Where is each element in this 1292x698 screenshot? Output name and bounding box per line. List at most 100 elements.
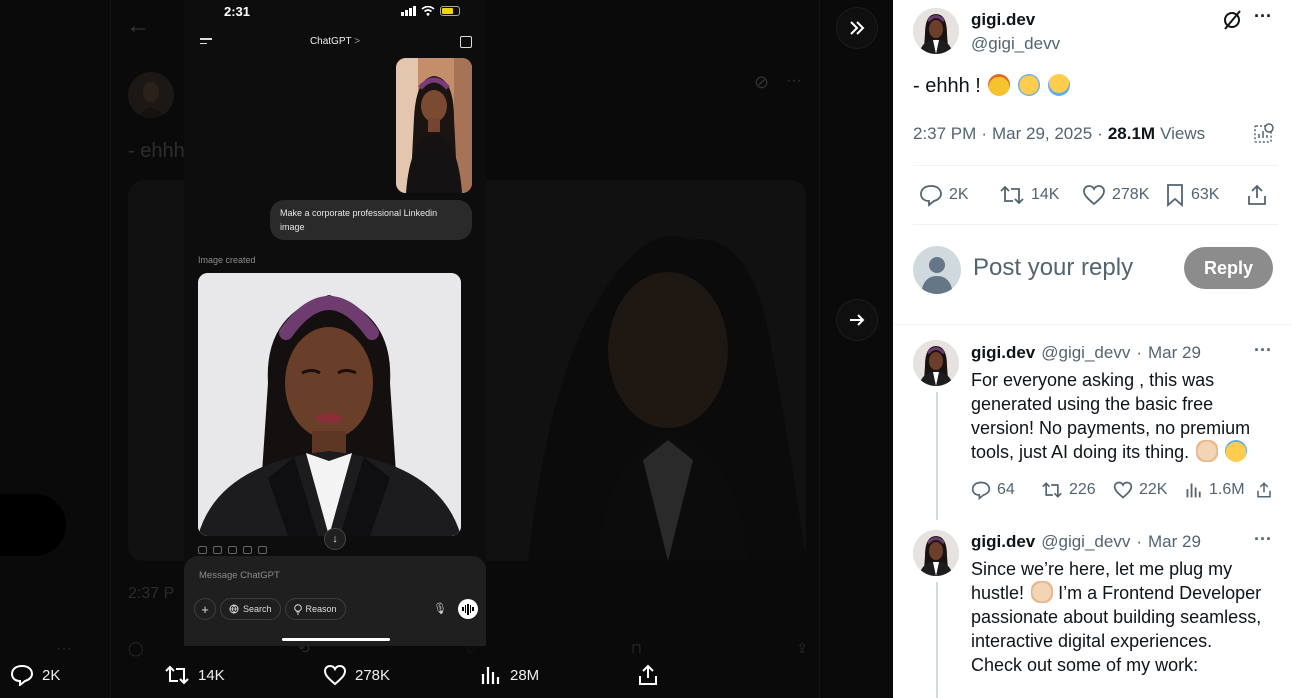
share-button[interactable] bbox=[1245, 183, 1269, 207]
bookmark-button[interactable]: 63K bbox=[1165, 183, 1219, 207]
reply-count: 2K bbox=[949, 186, 969, 203]
more-options-icon[interactable]: ··· bbox=[1254, 6, 1272, 27]
status-time: 2:31 bbox=[224, 4, 251, 19]
reply-text: For everyone asking , this was generated… bbox=[971, 370, 1251, 462]
message-actions bbox=[198, 546, 267, 554]
repost-button[interactable]: 14K bbox=[999, 183, 1059, 207]
back-arrow-icon: ← bbox=[126, 12, 150, 39]
tears-of-joy-emoji bbox=[1017, 74, 1040, 96]
media-repost-button[interactable]: 14K bbox=[164, 664, 225, 686]
plus-button: + bbox=[194, 598, 216, 620]
signal-icon bbox=[401, 6, 416, 16]
voice-mode-icon bbox=[458, 599, 478, 619]
reason-tool-button: Reason bbox=[284, 598, 346, 620]
divider bbox=[913, 224, 1278, 225]
reply-date[interactable]: Mar 29 bbox=[1148, 532, 1201, 552]
user-prompt-bubble: Make a corporate professional Linkedin i… bbox=[270, 200, 472, 240]
reply-input[interactable]: Post your reply bbox=[973, 254, 1133, 282]
reply-views-button[interactable]: 1.6M bbox=[1185, 480, 1245, 500]
reply-submit-button[interactable]: Reply bbox=[1184, 247, 1273, 289]
composer-input: Message ChatGPT bbox=[199, 570, 280, 581]
heart-icon bbox=[1113, 481, 1133, 499]
divider bbox=[913, 165, 1278, 166]
media-reply-count: 2K bbox=[42, 666, 61, 684]
reply-date[interactable]: Mar 29 bbox=[1148, 343, 1201, 363]
media-like-count: 278K bbox=[355, 666, 391, 684]
media-views-count: 28M bbox=[510, 666, 540, 684]
author-avatar[interactable] bbox=[913, 8, 959, 54]
thread-line bbox=[936, 582, 938, 698]
next-media-button[interactable] bbox=[836, 299, 878, 341]
media-action-bar: 2K 14K 278K 28M bbox=[0, 654, 893, 698]
repost-icon bbox=[165, 665, 189, 685]
grok-icon[interactable] bbox=[1221, 10, 1243, 30]
reply-author-avatar[interactable] bbox=[913, 340, 959, 386]
like-button[interactable]: 278K bbox=[1082, 183, 1149, 207]
new-chat-icon bbox=[460, 36, 472, 48]
chatgpt-header: ChatGPT > bbox=[184, 30, 486, 56]
heart-icon bbox=[1083, 185, 1105, 206]
tweet-time[interactable]: 2:37 PM bbox=[913, 124, 976, 144]
search-tool-button: Search bbox=[220, 598, 281, 620]
search-tool-label: Search bbox=[243, 604, 272, 614]
reply-more-icon[interactable]: ··· bbox=[1254, 529, 1272, 550]
tweet-text: - ehhh ! bbox=[913, 74, 1070, 98]
scroll-down-button: ↓ bbox=[324, 528, 346, 550]
grinning-sweat-emoji bbox=[1225, 440, 1248, 462]
reply-text: Since we’re here, let me plug my hustle!… bbox=[971, 559, 1262, 675]
media-share-button[interactable] bbox=[637, 664, 659, 686]
reply-author-avatar[interactable] bbox=[913, 530, 959, 576]
expand-panel-button[interactable] bbox=[836, 7, 878, 49]
media-like-button[interactable]: 278K bbox=[323, 664, 390, 686]
repost-icon bbox=[1042, 482, 1062, 498]
reply-display-name[interactable]: gigi.dev bbox=[971, 343, 1035, 363]
repost-count: 14K bbox=[1031, 186, 1060, 203]
reply-icon bbox=[10, 664, 34, 686]
home-indicator bbox=[282, 638, 390, 641]
heart-icon bbox=[323, 664, 347, 686]
reply-reply-button[interactable]: 64 bbox=[971, 480, 1015, 500]
post-analytics-icon[interactable] bbox=[1253, 122, 1275, 144]
tweet-detail-panel: gigi.dev @gigi_devv ··· - ehhh ! 2:37 PM… bbox=[893, 0, 1292, 698]
reply-repost-count: 226 bbox=[1069, 481, 1096, 498]
views-chart-icon bbox=[481, 667, 500, 684]
wifi-icon bbox=[421, 6, 435, 16]
reply-share-button[interactable] bbox=[1255, 480, 1273, 500]
background-grok-icon: ⊘ bbox=[754, 72, 770, 92]
media-reply-button[interactable]: 2K bbox=[10, 664, 60, 686]
share-icon bbox=[1248, 184, 1266, 205]
globe-icon bbox=[229, 604, 239, 614]
composer-tools: + Search Reason bbox=[194, 598, 346, 620]
waving-hand-emoji bbox=[1196, 440, 1219, 462]
divider bbox=[893, 324, 1292, 325]
media-views-button[interactable]: 28M bbox=[480, 664, 539, 686]
status-bar: 2:31 bbox=[184, 0, 486, 24]
image-created-label: Image created bbox=[198, 255, 256, 265]
share-icon bbox=[639, 664, 657, 685]
tweet-views-count: 28.1M bbox=[1107, 124, 1156, 143]
bookmark-icon bbox=[1167, 184, 1183, 207]
reply-more-icon[interactable]: ··· bbox=[1254, 340, 1272, 361]
tweet-date[interactable]: Mar 29, 2025 bbox=[992, 124, 1092, 144]
exploding-head-emoji bbox=[988, 74, 1011, 96]
current-user-avatar[interactable] bbox=[913, 246, 961, 294]
reason-tool-label: Reason bbox=[305, 604, 337, 614]
thread-line bbox=[936, 392, 938, 520]
like-count: 278K bbox=[1112, 186, 1150, 203]
reply-display-name[interactable]: gigi.dev bbox=[971, 532, 1035, 552]
author-handle[interactable]: @gigi_devv bbox=[971, 34, 1060, 54]
status-icons bbox=[401, 6, 460, 16]
repost-icon bbox=[1000, 185, 1024, 205]
reply-header: gigi.dev @gigi_devv · Mar 29 bbox=[971, 532, 1201, 552]
background-more-icon-2: ··· bbox=[786, 72, 802, 89]
battery-icon bbox=[440, 6, 460, 16]
reply-handle[interactable]: @gigi_devv bbox=[1041, 532, 1130, 552]
reply-repost-button[interactable]: 226 bbox=[1041, 480, 1096, 500]
reply-button[interactable]: 2K bbox=[919, 183, 969, 207]
reply-header: gigi.dev @gigi_devv · Mar 29 bbox=[971, 343, 1201, 363]
reply-like-button[interactable]: 22K bbox=[1113, 480, 1167, 500]
waving-hand-emoji bbox=[1031, 581, 1054, 603]
author-display-name[interactable]: gigi.dev bbox=[971, 10, 1035, 30]
reply-handle[interactable]: @gigi_devv bbox=[1041, 343, 1130, 363]
double-chevron-right-icon bbox=[850, 21, 865, 35]
